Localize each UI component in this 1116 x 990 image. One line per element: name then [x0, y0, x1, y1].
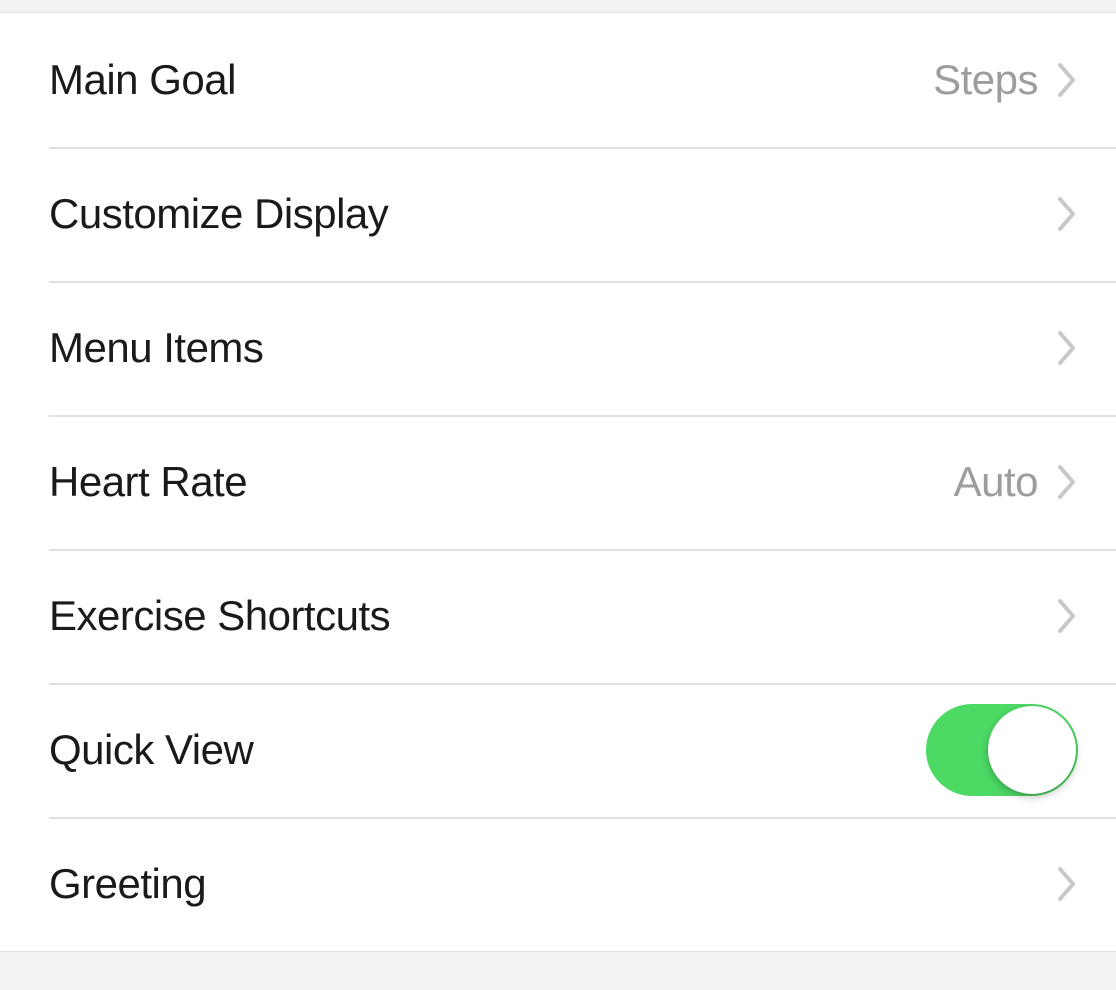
row-main-goal[interactable]: Main Goal Steps — [0, 13, 1116, 147]
row-label-customize-display: Customize Display — [49, 190, 1056, 238]
toggle-knob — [988, 706, 1076, 794]
row-label-greeting: Greeting — [49, 860, 1056, 908]
chevron-right-icon — [1056, 597, 1078, 635]
row-value-heart-rate: Auto — [954, 458, 1038, 506]
row-customize-display[interactable]: Customize Display — [0, 147, 1116, 281]
row-quick-view[interactable]: Quick View — [0, 683, 1116, 817]
settings-screen: Main Goal Steps Customize Display Menu I… — [0, 0, 1116, 990]
row-label-quick-view: Quick View — [49, 726, 926, 774]
settings-list: Main Goal Steps Customize Display Menu I… — [0, 12, 1116, 951]
row-label-exercise-shortcuts: Exercise Shortcuts — [49, 592, 1056, 640]
quick-view-toggle[interactable] — [926, 704, 1078, 796]
row-exercise-shortcuts[interactable]: Exercise Shortcuts — [0, 549, 1116, 683]
row-menu-items[interactable]: Menu Items — [0, 281, 1116, 415]
chevron-right-icon — [1056, 195, 1078, 233]
row-heart-rate[interactable]: Heart Rate Auto — [0, 415, 1116, 549]
chevron-right-icon — [1056, 463, 1078, 501]
row-label-menu-items: Menu Items — [49, 324, 1056, 372]
row-label-heart-rate: Heart Rate — [49, 458, 954, 506]
chevron-right-icon — [1056, 865, 1078, 903]
row-greeting[interactable]: Greeting — [0, 817, 1116, 951]
chevron-right-icon — [1056, 329, 1078, 367]
row-value-main-goal: Steps — [933, 56, 1038, 104]
row-label-main-goal: Main Goal — [49, 56, 933, 104]
chevron-right-icon — [1056, 61, 1078, 99]
bottom-spacer — [0, 951, 1116, 969]
top-spacer — [0, 0, 1116, 12]
